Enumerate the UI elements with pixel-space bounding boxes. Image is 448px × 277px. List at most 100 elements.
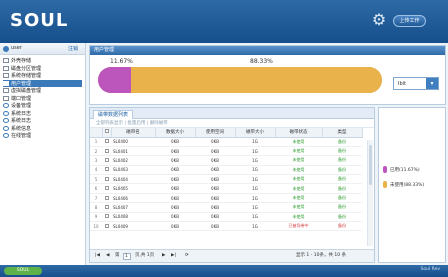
column-header[interactable] xyxy=(102,128,112,138)
logo: SOUL xyxy=(10,10,69,31)
gear-icon[interactable]: ⚙ xyxy=(370,11,388,29)
row-checkbox[interactable] xyxy=(104,195,109,200)
table-row[interactable]: 5 SL0404 0KB 0KB 1G 未使用 备份 xyxy=(90,174,362,185)
page-input[interactable]: 1 xyxy=(123,253,131,260)
sidebar-item[interactable]: 磁盘分区管理 xyxy=(3,65,85,72)
last-page-button[interactable]: ▶| xyxy=(171,250,176,262)
legend-item-free: 未使用(88.33%) xyxy=(383,181,424,188)
refresh-icon[interactable]: ⟳ xyxy=(185,250,189,262)
cell-status: 未使用 xyxy=(275,137,322,147)
next-page-button[interactable]: ▶ xyxy=(162,250,165,262)
column-header[interactable]: 磁带大小 xyxy=(235,128,276,138)
table-row[interactable]: 2 SL0401 0KB 0KB 1G 未使用 备份 xyxy=(90,146,362,157)
legend-label: 已用(11.67%) xyxy=(390,167,420,173)
row-checkbox[interactable] xyxy=(104,214,109,219)
free-percent-label: 88.33% xyxy=(250,58,273,65)
sidebar-item[interactable]: 系统存储管理 xyxy=(3,72,85,79)
row-number: 4 xyxy=(90,165,102,176)
sidebar-item-label: 端口管理 xyxy=(11,95,32,102)
cell-used-space: 0KB xyxy=(195,183,235,194)
column-header[interactable]: 类型 xyxy=(322,128,363,138)
column-header[interactable] xyxy=(90,128,103,138)
row-number: 7 xyxy=(90,193,102,204)
panel-title: 用户管理 xyxy=(90,46,445,55)
cell-type: 备份 xyxy=(322,183,362,194)
cell-used-space: 0KB xyxy=(195,174,235,185)
row-number: 8 xyxy=(90,202,102,213)
sidebar-item[interactable]: 设备管理 xyxy=(3,102,85,109)
row-checkbox xyxy=(102,165,111,176)
scroll-thumb[interactable] xyxy=(369,145,372,185)
cell-type: 备份 xyxy=(322,155,362,166)
row-checkbox[interactable] xyxy=(104,176,109,181)
cell-tape-size: 1G xyxy=(235,165,275,176)
row-checkbox[interactable] xyxy=(104,148,109,153)
first-page-button[interactable]: |◀ xyxy=(95,250,100,262)
tab-tape-list[interactable]: 磁带数据列表 xyxy=(93,110,134,119)
unit-select[interactable]: Ibit ▾ xyxy=(393,77,439,90)
usage-panel: 用户管理 11.67% 88.33% Ibit ▾ xyxy=(89,45,446,105)
column-header[interactable]: 数据大小 xyxy=(155,128,196,138)
sidebar-item[interactable]: 虚拟磁盘管理 xyxy=(3,87,85,94)
sidebar-item-label: 磁盘分区管理 xyxy=(11,65,42,72)
globe-icon xyxy=(3,118,9,123)
sidebar-item-label: 虚拟磁盘管理 xyxy=(11,88,42,94)
row-checkbox xyxy=(102,202,111,213)
pager: |◀ ◀ 第 1 页,共 1页 ▶ ▶| ⟳ 显示 1 - 10条，共 10 条 xyxy=(90,249,374,262)
table-row[interactable]: 4 SL0403 0KB 0KB 1G 未使用 备份 xyxy=(90,165,362,176)
row-checkbox[interactable] xyxy=(104,157,109,162)
cell-name: SL0401 xyxy=(111,146,155,157)
sidebar-item-label: 系统日志 xyxy=(11,118,32,124)
column-header[interactable]: 磁带状态 xyxy=(275,128,323,138)
table-row[interactable]: 10 SL0409 0KB 0KB 1G 已被导带中 备份 xyxy=(90,221,362,232)
row-checkbox[interactable] xyxy=(104,204,109,209)
table-row[interactable]: 7 SL0406 0KB 0KB 1G 未使用 备份 xyxy=(90,193,362,204)
select-all-checkbox[interactable] xyxy=(104,129,109,134)
column-header[interactable]: 磁带名 xyxy=(111,128,156,138)
pager-summary: 显示 1 - 10条，共 10 条 xyxy=(296,253,347,258)
header-button[interactable]: 上传工作 xyxy=(393,15,426,27)
chevron-down-icon[interactable]: ▾ xyxy=(426,78,438,89)
sidebar-item-label: 系统日志 xyxy=(11,110,32,117)
row-number: 1 xyxy=(90,137,102,147)
row-checkbox[interactable] xyxy=(104,186,109,191)
prev-page-button[interactable]: ◀ xyxy=(106,250,109,262)
sidebar-item[interactable]: 用户管理 xyxy=(3,79,82,87)
cell-data-size: 0KB xyxy=(155,193,195,204)
footer-text: Soul Rev xyxy=(420,267,441,272)
sidebar-item-label: 在线管理 xyxy=(11,133,32,139)
table-row[interactable]: 6 SL0405 0KB 0KB 1G 未使用 备份 xyxy=(90,183,362,194)
footer-button[interactable]: SOUL xyxy=(4,267,42,275)
vertical-scrollbar[interactable] xyxy=(367,140,373,246)
row-number: 2 xyxy=(90,146,102,157)
row-checkbox xyxy=(102,137,111,147)
row-checkbox[interactable] xyxy=(104,223,109,228)
sidebar-item[interactable]: 系统日志 xyxy=(3,117,85,124)
sidebar-item[interactable]: 系统日志 xyxy=(3,110,85,117)
row-checkbox[interactable] xyxy=(104,167,109,172)
row-checkbox[interactable] xyxy=(104,139,109,144)
cell-used-space: 0KB xyxy=(195,146,235,157)
cell-status: 未使用 xyxy=(275,183,322,194)
logout-link[interactable]: 注销 xyxy=(68,45,78,52)
sidebar-item[interactable]: 外壳存储 xyxy=(3,57,85,64)
user-name: user xyxy=(11,45,22,51)
table-row[interactable]: 1 SL0400 0KB 0KB 1G 未使用 备份 xyxy=(90,137,362,147)
cell-status: 未使用 xyxy=(275,174,322,185)
legend-label: 未使用(88.33%) xyxy=(390,182,425,188)
cell-name: SL0408 xyxy=(111,212,155,223)
table-row[interactable]: 9 SL0408 0KB 0KB 1G 未使用 备份 xyxy=(90,212,362,223)
row-checkbox xyxy=(102,146,111,157)
sidebar-item[interactable]: 系统信息 xyxy=(3,125,85,132)
unit-select-value: Ibit xyxy=(398,81,406,87)
table-row[interactable]: 8 SL0407 0KB 0KB 1G 未使用 备份 xyxy=(90,202,362,213)
grid-toolbar[interactable]: 全部列表显示 | 批量启用 | 删除磁带 xyxy=(90,119,374,128)
cell-name: SL0405 xyxy=(111,183,155,194)
sidebar-item[interactable]: 端口管理 xyxy=(3,95,85,102)
cell-used-space: 0KB xyxy=(195,221,235,232)
table-row[interactable]: 3 SL0402 0KB 0KB 1G 未使用 备份 xyxy=(90,155,362,166)
column-header[interactable]: 使用空间 xyxy=(195,128,236,138)
cell-status: 未使用 xyxy=(275,155,322,166)
cell-used-space: 0KB xyxy=(195,212,235,223)
sidebar-item[interactable]: 在线管理 xyxy=(3,132,85,139)
